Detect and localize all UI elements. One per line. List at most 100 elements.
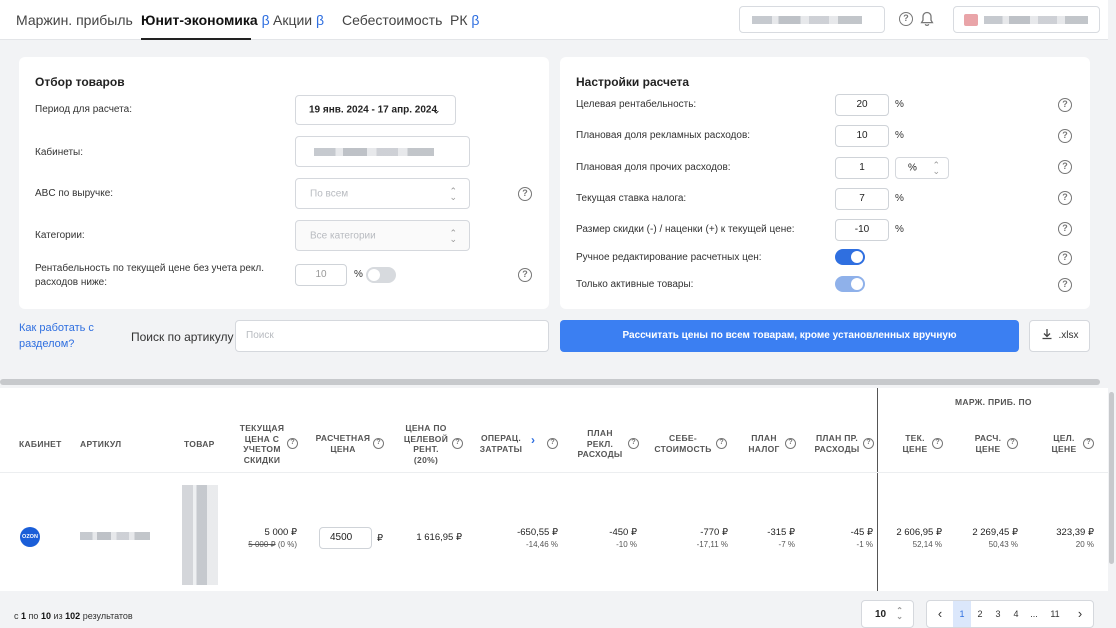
top-nav: Маржин. прибыль Юнит-экономика β Акции β… [0,0,1108,40]
col-article[interactable]: АРТИКУЛ [80,439,121,450]
col-margin-calc[interactable]: РАСЧ. ЦЕНЕ [968,433,1008,454]
current-price-cell: 5 000 ₽ 5 000 ₽ (0 %) [248,527,297,549]
col-tax-plan[interactable]: ПЛАН НАЛОГ [744,433,784,454]
help-icon[interactable]: ? [1007,438,1018,449]
active-only-toggle[interactable] [835,276,865,292]
sort-updown-icon: ⌃ ⌄ [932,160,940,176]
target-rent-label: Целевая рентабельность: [576,99,697,110]
account-selector[interactable] [739,6,885,33]
tab-promotions[interactable]: Акции β [273,12,324,28]
target-rent-unit: % [895,99,904,110]
page-button[interactable]: 4 [1007,601,1025,627]
help-icon[interactable]: ? [899,12,913,26]
horizontal-scrollbar[interactable] [0,379,1100,385]
results-count: с 1 по 10 из 102 результатов [14,611,133,621]
col-margin-current[interactable]: ТЕК. ЦЕНЕ [897,433,933,454]
categories-select[interactable]: Все категории ⌃ ⌄ [295,220,470,251]
help-icon[interactable]: ? [287,438,298,449]
help-icon[interactable]: ? [518,187,532,201]
help-icon[interactable]: ? [1058,251,1072,265]
expand-arrow-icon[interactable]: › [531,434,535,445]
target-rent-input[interactable]: 20 [835,94,889,116]
pricing-table: МАРЖ. ПРИБ. ПО КАБИНЕТ АРТИКУЛ ТОВАР ТЕК… [0,388,1108,591]
help-icon[interactable]: ? [1058,98,1072,112]
col-current-price[interactable]: ТЕКУЩАЯ ЦЕНА С УЧЕТОМ СКИДКИ [238,423,286,465]
article-search-input[interactable]: Поиск [235,320,549,352]
toggle-knob [851,251,863,263]
col-calc-price[interactable]: РАСЧЕТНАЯ ЦЕНА [315,433,371,454]
page-ellipsis: ... [1030,609,1038,619]
rent-toggle[interactable] [366,267,396,283]
cabinets-select[interactable] [295,136,470,167]
col-other-plan[interactable]: ПЛАН ПР. РАСХОДЫ [812,433,862,454]
col-opex[interactable]: ОПЕРАЦ. ЗАТРАТЫ [476,433,526,454]
help-icon[interactable]: ? [373,438,384,449]
page-button[interactable]: 11 [1043,601,1067,627]
other-share-unit-select[interactable]: % ⌃ ⌄ [895,157,949,179]
help-icon[interactable]: ? [785,438,796,449]
toggle-knob [368,269,380,281]
chevron-down-icon: ⌄ [431,104,441,117]
per-page-value: 10 [875,609,887,620]
other-share-input[interactable]: 1 [835,157,889,179]
prev-page-button[interactable]: ‹ [927,601,953,627]
export-xlsx-button[interactable]: .xlsx [1029,320,1090,352]
sort-updown-icon: ⌃ ⌄ [449,227,457,244]
column-divider [877,388,878,591]
bell-icon[interactable] [920,11,934,27]
col-ad-plan[interactable]: ПЛАН РЕКЛ. РАСХОДЫ [575,428,625,460]
help-icon[interactable]: ? [628,438,639,449]
vertical-scrollbar[interactable] [1109,392,1114,564]
calc-price-input[interactable]: 4500 [319,527,372,549]
col-margin-target[interactable]: ЦЕЛ. ЦЕНЕ [1046,433,1082,454]
settings-panel: Настройки расчета Целевая рентабельность… [560,57,1090,309]
help-icon[interactable]: ? [716,438,727,449]
filter-title: Отбор товаров [35,75,125,89]
header-divider [0,472,1108,473]
discount-input[interactable]: -10 [835,219,889,241]
period-value: 19 янв. 2024 - 17 апр. 2024 [309,104,438,116]
help-icon[interactable]: ? [1083,438,1094,449]
abc-select[interactable]: По всем ⌃ ⌄ [295,178,470,209]
toggle-knob [851,278,863,290]
per-page-select[interactable]: 10 ⌃ ⌄ [861,600,914,628]
ad-share-input[interactable]: 10 [835,125,889,147]
xlsx-label: .xlsx [1058,330,1079,341]
ad-share-label: Плановая доля рекламных расходов: [576,130,751,141]
help-icon[interactable]: ? [1058,191,1072,205]
col-product[interactable]: ТОВАР [184,439,215,450]
col-target-price[interactable]: ЦЕНА ПО ЦЕЛЕВОЙ РЕНТ. (20%) [401,423,451,465]
help-icon[interactable]: ? [547,438,558,449]
other-share-unit: % [908,162,917,174]
howto-link[interactable]: Как работать с разделом? [19,320,111,352]
active-only-label: Только активные товары: [576,279,694,290]
tab-ad-campaigns[interactable]: РК β [450,12,479,28]
user-menu[interactable] [953,6,1100,33]
tab-cost[interactable]: Себестоимость [342,12,442,28]
next-page-button[interactable]: › [1067,601,1093,627]
col-cost[interactable]: СЕБЕ-СТОИМОСТЬ [654,433,712,454]
help-icon[interactable]: ? [932,438,943,449]
page-button[interactable]: 1 [953,601,971,627]
help-icon[interactable]: ? [1058,222,1072,236]
filter-panel: Отбор товаров Период для расчета: 19 янв… [19,57,549,309]
help-icon[interactable]: ? [1058,160,1072,174]
rent-input[interactable]: 10 [295,264,347,286]
page-button[interactable]: 3 [989,601,1007,627]
beta-badge: β [261,12,270,28]
tab-unit-economics[interactable]: Юнит-экономика β [141,12,270,28]
help-icon[interactable]: ? [863,438,874,449]
calculate-prices-button[interactable]: Рассчитать цены по всем товарам, кроме у… [560,320,1019,352]
page-button[interactable]: 2 [971,601,989,627]
period-select[interactable]: 19 янв. 2024 - 17 апр. 2024 ⌄ [295,95,456,125]
tab-margin-profit[interactable]: Маржин. прибыль [16,12,133,28]
manual-edit-toggle[interactable] [835,249,865,265]
help-icon[interactable]: ? [452,438,463,449]
help-icon[interactable]: ? [1058,129,1072,143]
rent-label: Рентабельность по текущей цене без учета… [35,263,265,288]
tax-input[interactable]: 7 [835,188,889,210]
col-cabinet[interactable]: КАБИНЕТ [19,439,62,450]
help-icon[interactable]: ? [518,268,532,282]
help-icon[interactable]: ? [1058,278,1072,292]
blurred-user-name [984,16,1088,24]
